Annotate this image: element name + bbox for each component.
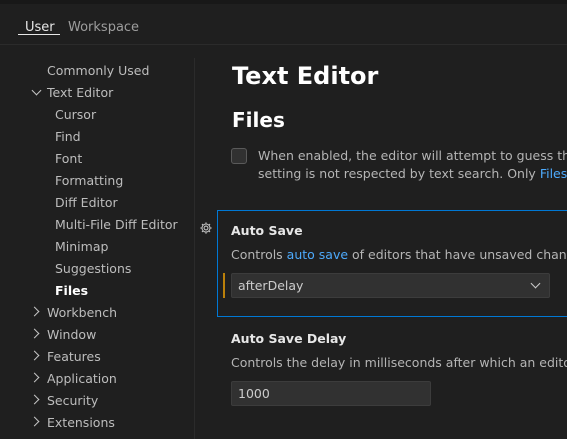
chevron-right-icon[interactable] xyxy=(29,306,40,317)
gear-icon[interactable] xyxy=(199,221,213,235)
auto-save-delay-input[interactable] xyxy=(231,381,431,406)
setting-description-line2: setting is not respected by text search.… xyxy=(258,165,567,183)
auto-save-value: afterDelay xyxy=(238,278,304,293)
toc-item-cursor[interactable]: Cursor xyxy=(55,107,96,122)
settings-toc: Commonly Used Text Editor Cursor Find Fo… xyxy=(0,58,194,439)
chevron-right-icon[interactable] xyxy=(29,394,40,405)
toc-item-text-editor[interactable]: Text Editor xyxy=(47,85,113,100)
toc-item-formatting[interactable]: Formatting xyxy=(55,173,123,188)
toc-item-find[interactable]: Find xyxy=(55,129,81,144)
auto-save-dropdown[interactable]: afterDelay xyxy=(223,273,550,298)
tab-workspace[interactable]: Workspace xyxy=(68,20,139,35)
toc-item-minimap[interactable]: Minimap xyxy=(55,239,108,254)
auto-save-desc-prefix: Controls xyxy=(231,247,287,262)
section-title: Text Editor xyxy=(232,62,379,90)
toc-item-window[interactable]: Window xyxy=(47,327,96,342)
toc-item-workbench[interactable]: Workbench xyxy=(47,305,117,320)
toc-item-features[interactable]: Features xyxy=(47,349,101,364)
toc-item-commonly-used[interactable]: Commonly Used xyxy=(47,63,149,78)
tabs-divider xyxy=(0,44,567,45)
auto-save-description: Controls auto save of editors that have … xyxy=(231,247,567,262)
setting-checkbox[interactable] xyxy=(231,148,247,164)
auto-save-delay-title: Auto Save Delay xyxy=(231,331,347,346)
auto-save-link[interactable]: auto save xyxy=(287,247,348,262)
chevron-down-icon[interactable] xyxy=(31,85,42,96)
window-top-strip xyxy=(0,0,567,4)
toc-item-multi-file-diff-editor[interactable]: Multi-File Diff Editor xyxy=(55,217,178,232)
chevron-down-icon xyxy=(530,278,541,289)
setting-description-line1: When enabled, the editor will attempt to… xyxy=(258,148,567,163)
auto-save-title: Auto Save xyxy=(231,223,303,238)
subsection-title: Files xyxy=(232,108,285,132)
setting-item-partial: When enabled, the editor will attempt to… xyxy=(231,146,567,186)
toc-item-files[interactable]: Files xyxy=(55,283,88,298)
auto-save-delay-description: Controls the delay in milliseconds after… xyxy=(231,355,567,370)
toc-item-suggestions[interactable]: Suggestions xyxy=(55,261,131,276)
chevron-right-icon[interactable] xyxy=(29,350,40,361)
files-encoding-link[interactable]: Files: Enc xyxy=(540,166,567,181)
toc-item-security[interactable]: Security xyxy=(47,393,98,408)
toc-divider xyxy=(194,58,195,439)
active-tab-indicator xyxy=(18,34,60,35)
setting-description-text: setting is not respected by text search.… xyxy=(258,166,540,181)
toc-item-font[interactable]: Font xyxy=(55,151,82,166)
tab-user[interactable]: User xyxy=(25,20,55,35)
toc-item-extensions[interactable]: Extensions xyxy=(47,415,115,430)
setting-description: When enabled, the editor will attempt to… xyxy=(258,147,567,183)
chevron-right-icon[interactable] xyxy=(29,328,40,339)
modified-indicator xyxy=(223,273,225,298)
toc-item-application[interactable]: Application xyxy=(47,371,117,386)
toc-item-diff-editor[interactable]: Diff Editor xyxy=(55,195,118,210)
chevron-right-icon[interactable] xyxy=(29,416,40,427)
auto-save-desc-suffix: of editors that have unsaved changes. xyxy=(352,247,567,262)
chevron-right-icon[interactable] xyxy=(29,372,40,383)
